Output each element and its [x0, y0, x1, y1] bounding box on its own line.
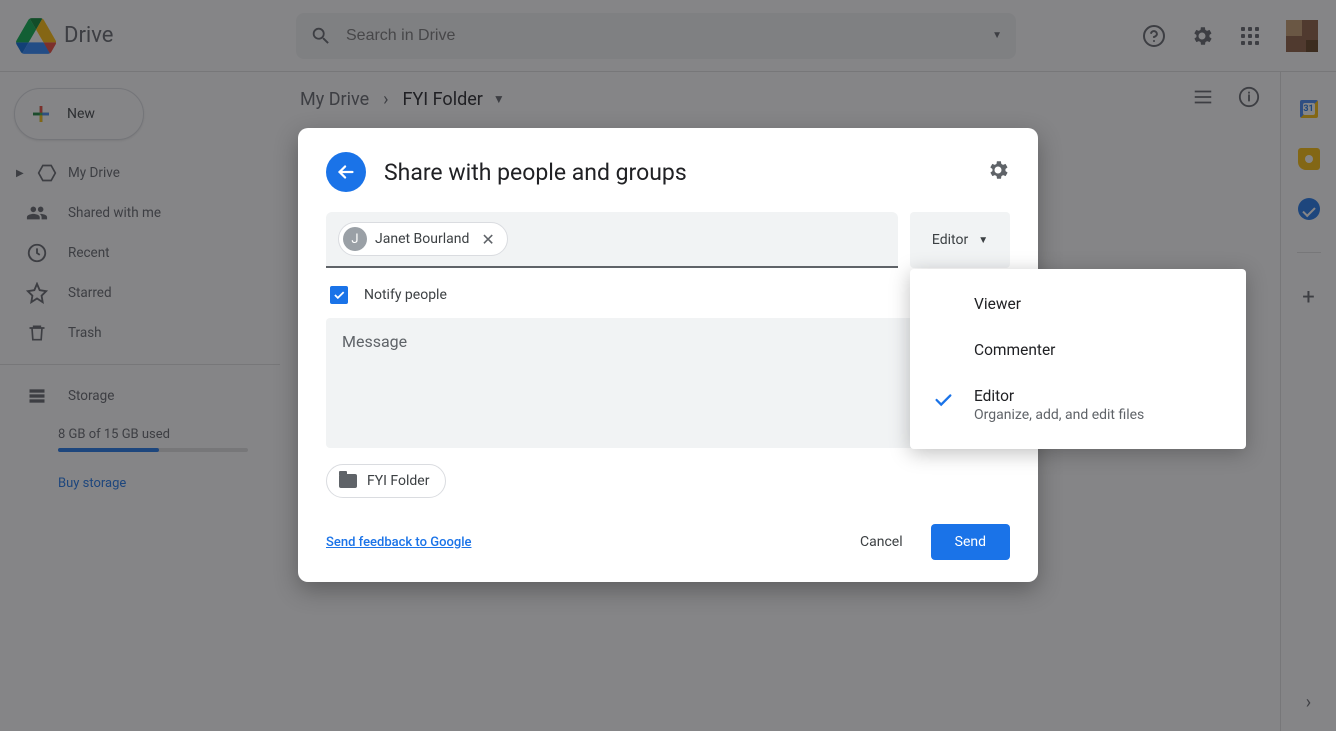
message-input[interactable]: Message: [326, 318, 1010, 448]
check-icon: [932, 389, 954, 415]
remove-chip-icon[interactable]: ✕: [477, 230, 498, 249]
send-feedback-link[interactable]: Send feedback to Google: [326, 535, 471, 550]
caret-down-icon: ▼: [978, 235, 988, 246]
role-option-viewer[interactable]: Viewer: [910, 281, 1246, 327]
check-icon: [332, 288, 346, 302]
send-button[interactable]: Send: [931, 524, 1010, 560]
folder-icon: [339, 474, 357, 488]
arrow-left-icon: [335, 161, 357, 183]
person-chip[interactable]: J Janet Bourland ✕: [338, 222, 508, 256]
share-settings-icon[interactable]: [986, 158, 1010, 186]
dialog-title: Share with people and groups: [384, 159, 687, 186]
people-input[interactable]: J Janet Bourland ✕: [326, 212, 898, 268]
chip-name: Janet Bourland: [375, 231, 469, 247]
attachment-name: FYI Folder: [367, 473, 429, 489]
role-menu: Viewer Commenter Editor Organize, add, a…: [910, 269, 1246, 449]
role-select-label: Editor: [932, 232, 968, 248]
role-select-button[interactable]: Editor ▼: [910, 212, 1010, 268]
cancel-button[interactable]: Cancel: [846, 524, 917, 560]
back-button[interactable]: [326, 152, 366, 192]
role-option-editor[interactable]: Editor Organize, add, and edit files: [910, 373, 1246, 437]
role-option-commenter[interactable]: Commenter: [910, 327, 1246, 373]
message-placeholder: Message: [342, 332, 407, 351]
attachment-chip[interactable]: FYI Folder: [326, 464, 446, 498]
notify-checkbox[interactable]: [330, 286, 348, 304]
chip-avatar: J: [343, 227, 367, 251]
notify-label: Notify people: [364, 287, 447, 303]
